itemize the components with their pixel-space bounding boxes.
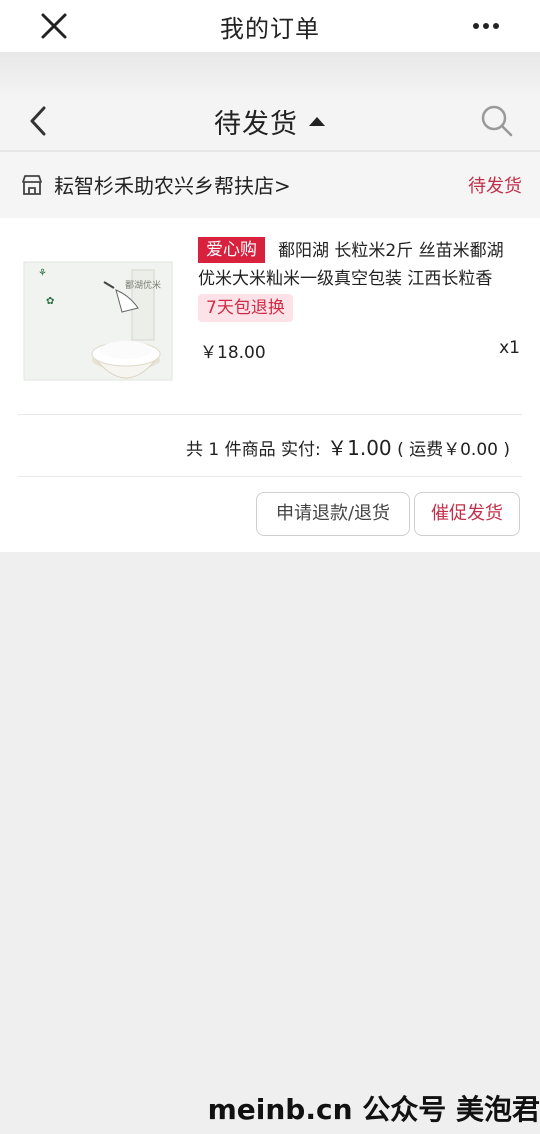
top-bar: 我的订单: [0, 0, 540, 52]
order-header: 待发货: [0, 92, 540, 150]
shipping-fee: ( 运费￥0.00 ): [397, 440, 510, 460]
svg-text:⚘: ⚘: [38, 268, 47, 279]
divider: [18, 414, 522, 415]
chevron-left-icon: [30, 106, 46, 136]
order-summary: 共 1 件商品 实付: ￥1.00 ( 运费￥0.00 ): [186, 432, 510, 461]
status-filter-label: 待发货: [214, 108, 298, 140]
close-button[interactable]: [34, 6, 74, 46]
rice-package-image: 鄱湖优米 ⚘ ✿: [18, 236, 178, 396]
header-band: [0, 52, 540, 92]
product-price: ￥18.00: [200, 343, 266, 363]
status-filter-dropdown[interactable]: 待发货: [214, 102, 326, 141]
shop-row[interactable]: 耘智杉禾助农兴乡帮扶店> 待发货: [0, 152, 540, 218]
more-button[interactable]: [466, 6, 506, 46]
page: 我的订单 待发货 耘智杉禾助农兴乡帮扶店> 待发货 鄱湖优米 ⚘ ✿ 爱心购 鄱…: [0, 0, 540, 1134]
order-status: 待发货: [468, 176, 522, 197]
product-image[interactable]: 鄱湖优米 ⚘ ✿: [18, 236, 178, 396]
product-title-line1[interactable]: 鄱阳湖 长粒米2斤 丝苗米鄱湖: [278, 236, 504, 261]
divider: [18, 476, 522, 477]
caret-up-icon: [309, 117, 325, 126]
product-quantity: x1: [499, 338, 520, 358]
return-policy-tag: 7天包退换: [198, 294, 293, 322]
more-icon: [473, 23, 499, 29]
shop-icon: [22, 175, 42, 195]
search-button[interactable]: [476, 100, 518, 142]
paid-amount: ￥1.00: [320, 436, 392, 460]
package-label: 鄱湖优米: [125, 279, 161, 291]
urge-shipping-button[interactable]: 催促发货: [414, 492, 520, 536]
product-title-line2[interactable]: 优米大米籼米一级真空包装 江西长粒香: [198, 264, 492, 289]
refund-return-button[interactable]: 申请退款/退货: [256, 492, 410, 536]
summary-prefix: 共 1 件商品 实付:: [186, 440, 321, 460]
shop-name[interactable]: 耘智杉禾助农兴乡帮扶店>: [54, 170, 291, 199]
search-icon: [481, 105, 513, 137]
svg-text:✿: ✿: [46, 296, 54, 307]
page-title: 我的订单: [220, 14, 320, 43]
charity-badge: 爱心购: [198, 237, 265, 263]
watermark: meinb.cn 公众号 美泡君: [207, 1093, 540, 1126]
back-button[interactable]: [18, 100, 58, 142]
order-card: 鄱湖优米 ⚘ ✿ 爱心购 鄱阳湖 长粒米2斤 丝苗米鄱湖 优米大米籼米一级真空包…: [0, 218, 540, 552]
close-icon: [41, 13, 67, 39]
